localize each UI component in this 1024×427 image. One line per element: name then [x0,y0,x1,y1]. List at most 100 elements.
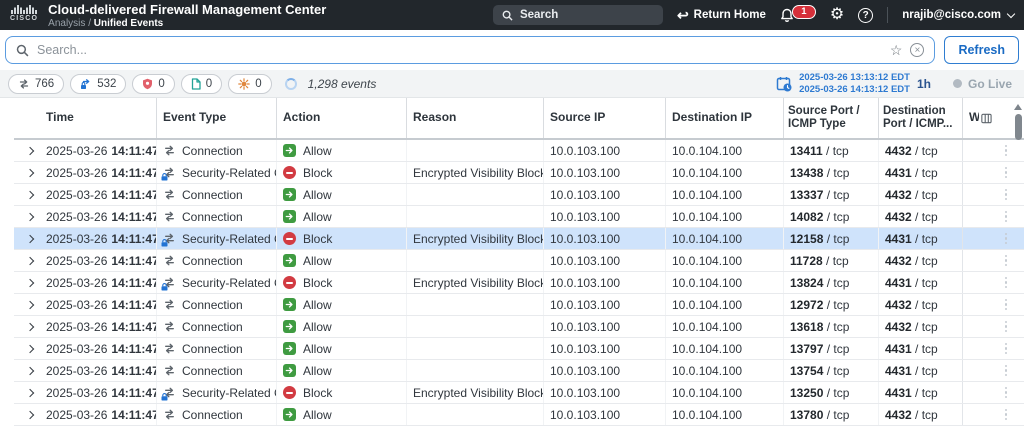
time-range-picker[interactable]: 2025-03-26 13:13:12 EDT 2025-03-26 14:13… [776,72,931,95]
go-live-toggle[interactable]: Go Live [952,76,1012,91]
settings-button[interactable]: ⚙ [830,7,844,23]
row-menu[interactable] [998,184,1014,205]
table-row[interactable]: 2025-03-26 14:11:47 Connection Allow 10.… [14,250,1024,272]
user-menu[interactable]: nrajib@cisco.com [902,9,1016,21]
column-header-time[interactable]: Time [40,98,156,138]
cell-source-port: 13411 / tcp [783,140,878,161]
row-menu[interactable] [998,404,1014,425]
scroll-up-icon[interactable] [1014,104,1022,110]
cell-source-port: 11728 / tcp [783,250,878,271]
row-expander[interactable] [14,228,40,249]
cell-destination-ip: 10.0.104.100 [665,206,783,227]
cell-reason [406,140,543,161]
cell-w-truncated [962,338,998,359]
event-search-box[interactable]: ☆ × [5,36,936,64]
go-live-label: Go Live [967,76,1012,91]
table-row[interactable]: 2025-03-26 14:11:47 Connection Allow 10.… [14,316,1024,338]
row-expander[interactable] [14,272,40,293]
column-header-destination-port[interactable]: Destination Port / ICMP... [878,98,962,138]
clear-search-icon[interactable]: × [910,43,925,57]
row-expander[interactable] [14,360,40,381]
cell-destination-ip: 10.0.104.100 [665,382,783,403]
row-menu[interactable] [998,316,1014,337]
row-expander[interactable] [14,250,40,271]
row-menu[interactable] [998,360,1014,381]
chip-count: 0 [255,77,262,90]
row-menu[interactable] [998,338,1014,359]
calendar-clock-icon [776,76,792,91]
cell-destination-ip: 10.0.104.100 [665,272,783,293]
column-header-source-port[interactable]: Source Port / ICMP Type [783,98,878,138]
row-menu[interactable] [998,250,1014,271]
table-row[interactable]: 2025-03-26 14:11:47 Connection Allow 10.… [14,140,1024,162]
row-menu[interactable] [998,162,1014,183]
row-expander[interactable] [14,184,40,205]
chip-file-events[interactable]: 0 [180,73,223,94]
row-menu[interactable] [998,228,1014,249]
row-expander[interactable] [14,404,40,425]
cell-source-ip: 10.0.103.100 [543,360,665,381]
column-header-source-ip[interactable]: Source IP [543,98,665,138]
scrollbar-thumb[interactable] [1014,114,1022,140]
row-expander[interactable] [14,162,40,183]
kebab-menu-icon [1004,364,1008,377]
chip-connection-events[interactable]: 766 [8,73,65,94]
row-expander[interactable] [14,294,40,315]
table-row[interactable]: 2025-03-26 14:11:47 Connection Allow 10.… [14,294,1024,316]
table-row[interactable]: 2025-03-2614:11:47 Security-Related Conn… [14,228,1024,250]
notifications-button[interactable]: 1 [780,4,816,23]
table-row[interactable]: 2025-03-26 14:11:47 Connection Allow 10.… [14,338,1024,360]
column-header-reason[interactable]: Reason [406,98,543,138]
cell-time: 2025-03-26 14:11:47 [46,231,156,246]
column-header-w-truncated[interactable]: W [962,98,998,138]
vertical-scrollbar[interactable] [1013,104,1023,426]
chip-malware-events[interactable]: 0 [228,73,272,94]
cell-reason [406,184,543,205]
cell-destination-ip: 10.0.104.100 [665,316,783,337]
row-expander[interactable] [14,382,40,403]
chip-security-related-connection-events[interactable]: 532 [70,73,127,94]
row-menu[interactable] [998,206,1014,227]
column-header-event-type[interactable]: Event Type [156,98,276,138]
kebab-menu-icon [1004,166,1008,179]
table-row[interactable]: 2025-03-2614:11:47 Security-Related Conn… [14,382,1024,404]
allow-icon [283,188,296,201]
table-row[interactable]: 2025-03-2614:11:47 Security-Related Conn… [14,162,1024,184]
favorite-star-icon[interactable]: ☆ [890,42,903,59]
kebab-menu-icon [1004,144,1008,157]
column-header-action[interactable]: Action [276,98,406,138]
cell-event-type: Connection [156,184,276,205]
row-expander[interactable] [14,140,40,161]
cell-source-port: 12158 / tcp [783,228,878,249]
malware-icon [238,77,250,90]
cell-event-type: Connection [156,338,276,359]
row-expander[interactable] [14,316,40,337]
allow-icon [283,298,296,311]
column-settings-icon[interactable] [981,112,992,125]
row-menu[interactable] [998,294,1014,315]
table-row[interactable]: 2025-03-26 14:11:47 Connection Allow 10.… [14,360,1024,382]
cell-time: 2025-03-26 14:11:47 [46,209,156,224]
column-header-destination-ip[interactable]: Destination IP [665,98,783,138]
breadcrumb-section[interactable]: Analysis [48,18,85,29]
table-row[interactable]: 2025-03-2614:11:47 Security-Related Conn… [14,272,1024,294]
table-row[interactable]: 2025-03-26 14:11:47 Connection Allow 10.… [14,184,1024,206]
return-home-button[interactable]: ↩ Return Home [677,8,766,22]
cell-source-ip: 10.0.103.100 [543,382,665,403]
cell-destination-ip: 10.0.104.100 [665,250,783,271]
help-button[interactable]: ? [858,7,874,23]
row-expander[interactable] [14,338,40,359]
row-menu[interactable] [998,382,1014,403]
swap-arrows-icon [165,299,174,310]
row-expander[interactable] [14,206,40,227]
cell-source-ip: 10.0.103.100 [543,338,665,359]
chip-intrusion-events[interactable]: 0 [132,73,175,94]
table-row[interactable]: 2025-03-26 14:11:47 Connection Allow 10.… [14,206,1024,228]
row-menu[interactable] [998,140,1014,161]
event-search-input[interactable] [37,43,882,57]
cell-source-ip: 10.0.103.100 [543,184,665,205]
global-search[interactable]: Search [492,5,663,25]
row-menu[interactable] [998,272,1014,293]
refresh-button[interactable]: Refresh [944,36,1019,64]
table-row[interactable]: 2025-03-26 14:11:47 Connection Allow 10.… [14,404,1024,426]
